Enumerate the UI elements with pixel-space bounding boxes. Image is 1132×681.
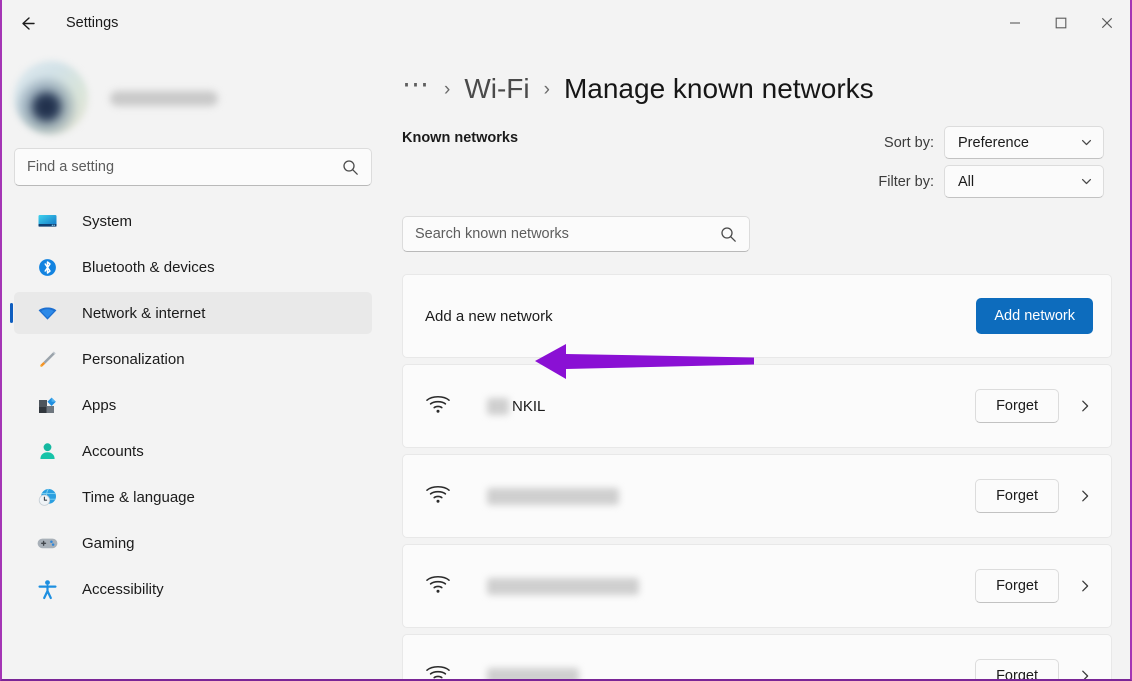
arrow-left-icon (18, 14, 37, 33)
bluetooth-icon (36, 256, 58, 278)
maximize-icon (1055, 17, 1067, 29)
breadcrumb-separator-icon: › (444, 80, 450, 99)
chevron-right-icon[interactable] (1077, 669, 1093, 679)
network-name-redaction (487, 578, 639, 595)
sidebar-item-label: System (82, 213, 132, 230)
sidebar-item-gaming[interactable]: Gaming (14, 522, 372, 564)
network-name-redaction (487, 668, 579, 680)
known-networks-label: Known networks (402, 126, 518, 146)
minimize-icon (1009, 17, 1021, 29)
sidebar-item-label: Apps (82, 397, 116, 414)
section-header-row: Known networks Sort by: Preference Filte… (384, 112, 1130, 198)
networks-list: Add a new network Add network NKIL (402, 274, 1112, 679)
sidebar-item-label: Gaming (82, 535, 135, 552)
chevron-right-icon[interactable] (1077, 579, 1093, 593)
minimize-button[interactable] (992, 0, 1038, 46)
user-name-redacted (110, 91, 218, 106)
window-controls (992, 0, 1130, 46)
maximize-button[interactable] (1038, 0, 1084, 46)
filter-by-dropdown[interactable]: All (944, 165, 1104, 198)
settings-window: Settings Find (0, 0, 1132, 681)
network-name-text: NKIL (512, 398, 545, 415)
chevron-right-icon[interactable] (1077, 399, 1093, 413)
forget-button[interactable]: Forget (975, 389, 1059, 423)
user-profile[interactable] (2, 46, 384, 138)
sidebar-item-label: Accessibility (82, 581, 164, 598)
wifi-icon (425, 574, 451, 599)
chevron-right-icon[interactable] (1077, 489, 1093, 503)
sidebar-item-label: Personalization (82, 351, 185, 368)
sort-by-label: Sort by: (884, 135, 934, 151)
breadcrumb-overflow-button[interactable]: ⋯ (402, 71, 430, 98)
sidebar-item-apps[interactable]: Apps (14, 384, 372, 426)
page-title: Manage known networks (564, 73, 874, 105)
add-new-network-card: Add a new network Add network (402, 274, 1112, 358)
network-name-redaction (487, 488, 619, 505)
add-network-button[interactable]: Add network (976, 298, 1093, 334)
breadcrumb: ⋯ › Wi-Fi › Manage known networks (384, 46, 1130, 112)
network-row[interactable]: Forget (402, 634, 1112, 679)
sidebar-nav: System Bluetooth & devices (2, 200, 384, 610)
sidebar: Find a setting (2, 46, 384, 679)
filter-by-row: Filter by: All (878, 165, 1104, 198)
back-button[interactable] (10, 6, 44, 40)
wifi-icon (425, 484, 451, 509)
sidebar-item-time-language[interactable]: Time & language (14, 476, 372, 518)
network-name (487, 578, 639, 595)
person-icon (36, 440, 58, 462)
monitor-icon (36, 210, 58, 232)
accessibility-icon (36, 578, 58, 600)
sidebar-item-network-internet[interactable]: Network & internet (14, 292, 372, 334)
clock-globe-icon (36, 486, 58, 508)
wifi-icon (425, 394, 451, 419)
forget-button[interactable]: Forget (975, 479, 1059, 513)
sidebar-item-label: Network & internet (82, 305, 205, 322)
find-a-setting-placeholder: Find a setting (27, 159, 342, 175)
add-new-network-label: Add a new network (425, 308, 553, 325)
network-row[interactable]: NKIL Forget (402, 364, 1112, 448)
sidebar-item-bluetooth-devices[interactable]: Bluetooth & devices (14, 246, 372, 288)
sidebar-item-label: Accounts (82, 443, 144, 460)
sidebar-item-label: Bluetooth & devices (82, 259, 215, 276)
search-icon (720, 226, 737, 243)
apps-icon (36, 394, 58, 416)
paintbrush-icon (36, 348, 58, 370)
filter-by-value: All (958, 174, 1080, 190)
network-name (487, 488, 619, 505)
filter-by-label: Filter by: (878, 174, 934, 190)
close-icon (1101, 17, 1113, 29)
sidebar-item-system[interactable]: System (14, 200, 372, 242)
sort-by-value: Preference (958, 135, 1080, 151)
content-area: ⋯ › Wi-Fi › Manage known networks Known … (384, 46, 1130, 679)
list-controls: Sort by: Preference Filter by: All (878, 126, 1104, 198)
title-bar: Settings (2, 0, 1130, 46)
network-row[interactable]: Forget (402, 544, 1112, 628)
breadcrumb-link-wifi[interactable]: Wi-Fi (464, 73, 529, 105)
network-name (487, 668, 579, 680)
network-name: NKIL (487, 398, 545, 415)
search-known-networks-input[interactable]: Search known networks (402, 216, 750, 252)
network-row[interactable]: Forget (402, 454, 1112, 538)
find-a-setting-input[interactable]: Find a setting (14, 148, 372, 186)
gamepad-icon (36, 532, 58, 554)
wifi-icon (36, 302, 58, 324)
app-title: Settings (66, 15, 118, 31)
breadcrumb-separator-icon: › (544, 80, 550, 99)
search-known-networks-placeholder: Search known networks (415, 226, 720, 242)
sidebar-item-label: Time & language (82, 489, 195, 506)
sidebar-item-personalization[interactable]: Personalization (14, 338, 372, 380)
sort-by-row: Sort by: Preference (878, 126, 1104, 159)
forget-button[interactable]: Forget (975, 569, 1059, 603)
search-icon (342, 159, 359, 176)
chevron-down-icon (1080, 136, 1093, 149)
sidebar-item-accessibility[interactable]: Accessibility (14, 568, 372, 610)
wifi-icon (425, 664, 451, 680)
forget-button[interactable]: Forget (975, 659, 1059, 679)
close-button[interactable] (1084, 0, 1130, 46)
sort-by-dropdown[interactable]: Preference (944, 126, 1104, 159)
chevron-down-icon (1080, 175, 1093, 188)
sidebar-item-accounts[interactable]: Accounts (14, 430, 372, 472)
avatar (14, 61, 88, 135)
network-name-redaction (487, 398, 509, 415)
